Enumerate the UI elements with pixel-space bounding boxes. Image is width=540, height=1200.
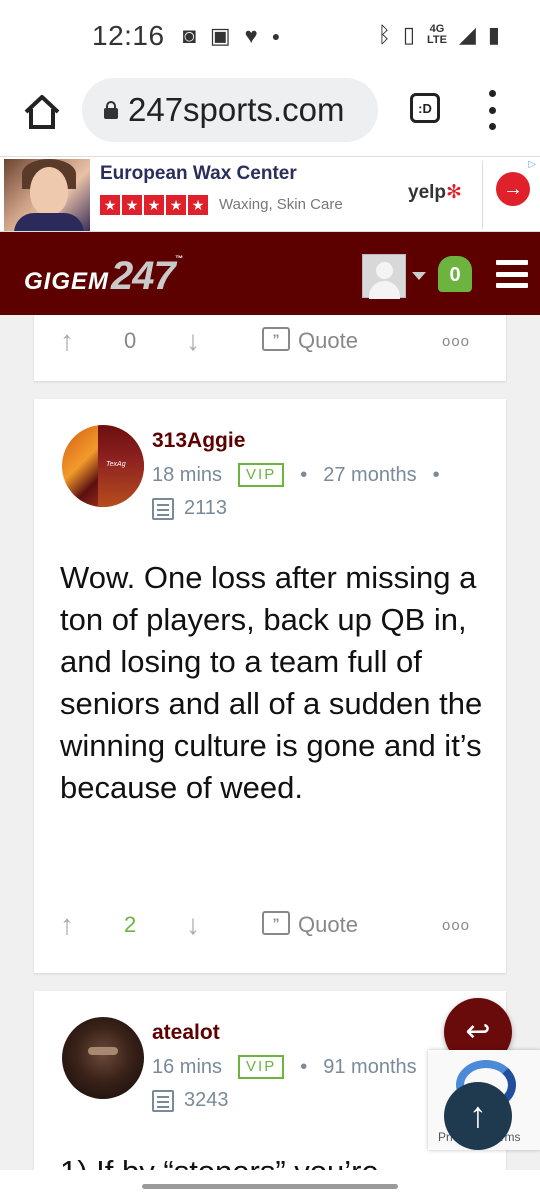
more-options-icon[interactable]: ooo: [442, 333, 470, 350]
yelp-burst-icon: ✻: [446, 182, 462, 203]
post-count-value: 3243: [184, 1089, 229, 1111]
adchoices-icon[interactable]: ▷: [528, 159, 536, 170]
vote-count: 0: [124, 328, 137, 353]
browser-toolbar: 247sports.com :D: [0, 72, 540, 156]
vip-badge: VIP: [238, 463, 285, 487]
post-body: Wow. One loss after missing a ton of pla…: [60, 560, 483, 805]
post-count: 3243: [152, 1089, 229, 1112]
downvote-icon[interactable]: ↓: [186, 325, 200, 357]
logo-trademark: ™: [174, 254, 184, 263]
post-card: TexAg 313Aggie 18 mins VIP • 27 months •…: [34, 399, 506, 973]
network-sub-label: LTE: [427, 34, 447, 46]
notification-bell-icon[interactable]: 0: [438, 256, 472, 296]
yelp-logo: yelp✻: [408, 181, 462, 204]
post-actions: ↑ 2 ↓ ” Quote ooo: [34, 905, 506, 945]
quote-icon[interactable]: ”: [262, 911, 290, 935]
member-since: 27 months: [323, 463, 417, 486]
post-time: 18 mins: [152, 463, 223, 486]
gesture-nav-bar: [0, 1170, 540, 1200]
yelp-wordmark: yelp: [408, 182, 447, 203]
status-bar: 12:16 ◙ ▣ ♥ ● ᛒ ▯ 4G LTE ◢ ▮: [0, 0, 540, 72]
ad-star-rating: ★ ★ ★ ★ ★: [100, 195, 208, 215]
ad-arrow-button[interactable]: →: [496, 172, 530, 206]
ad-title: European Wax Center: [100, 163, 297, 184]
post-time: 16 mins: [152, 1055, 223, 1078]
status-icons-left: ◙ ▣ ♥ ●: [183, 23, 281, 49]
user-avatar[interactable]: [362, 254, 406, 299]
status-time: 12:16: [92, 20, 165, 51]
member-since: 91 months: [323, 1055, 417, 1078]
star-icon: ★: [144, 195, 164, 215]
more-options-icon[interactable]: ooo: [442, 917, 470, 934]
upvote-icon[interactable]: ↑: [60, 909, 74, 941]
url-bar[interactable]: 247sports.com: [82, 78, 378, 142]
image-icon: ▣: [209, 23, 231, 48]
post-username[interactable]: atealot: [152, 1021, 220, 1045]
logo-text: GIGEM: [24, 268, 110, 295]
browser-menu-icon[interactable]: [486, 90, 498, 130]
network-type: 4G LTE: [427, 24, 447, 46]
screen: 12:16 ◙ ▣ ♥ ● ᛒ ▯ 4G LTE ◢ ▮ 247sports.c…: [0, 0, 540, 1200]
site-header: GIGEM247™ 0: [0, 232, 540, 315]
upvote-icon[interactable]: ↑: [60, 325, 74, 357]
ad-banner[interactable]: European Wax Center ★ ★ ★ ★ ★ Waxing, Sk…: [0, 156, 540, 232]
separator-dot: •: [300, 1055, 308, 1078]
ad-image: [4, 159, 90, 231]
post-actions: ↑ 0 ↓ ” Quote ooo: [34, 321, 506, 361]
quote-icon[interactable]: ”: [262, 327, 290, 351]
post-count: 2113: [152, 497, 227, 520]
ad-subtitle: Waxing, Skin Care: [219, 196, 343, 213]
home-icon[interactable]: [22, 92, 62, 132]
vibrate-icon: ▯: [402, 22, 415, 47]
posts-icon: [152, 1089, 174, 1112]
star-icon: ★: [122, 195, 142, 215]
heart-icon: ♥: [244, 23, 258, 48]
downvote-icon[interactable]: ↓: [186, 909, 200, 941]
status-icons-right: ᛒ ▯ 4G LTE ◢ ▮: [378, 22, 500, 48]
avatar[interactable]: TexAg: [62, 425, 144, 507]
camera-icon: ◙: [182, 23, 196, 48]
quote-button[interactable]: Quote: [298, 328, 358, 354]
logo-number: 247: [111, 254, 176, 298]
post-count-value: 2113: [184, 497, 228, 519]
separator-dot: •: [300, 463, 308, 486]
scroll-to-top-button[interactable]: ↑: [444, 1082, 512, 1150]
post-card: ↑ 0 ↓ ” Quote ooo: [34, 315, 506, 381]
separator-dot: •: [432, 463, 440, 486]
avatar-label: TexAg: [106, 461, 126, 468]
star-icon: ★: [100, 195, 120, 215]
post-username[interactable]: 313Aggie: [152, 429, 245, 453]
bluetooth-icon: ᛒ: [377, 22, 391, 47]
ad-divider: [482, 161, 483, 229]
lock-icon: [104, 101, 118, 119]
avatar[interactable]: [62, 1017, 144, 1099]
tab-switcher-button[interactable]: :D: [410, 93, 440, 123]
post-meta: 18 mins VIP • 27 months •: [152, 463, 456, 487]
posts-icon: [152, 497, 174, 520]
vip-badge: VIP: [238, 1055, 285, 1079]
chevron-down-icon[interactable]: [412, 272, 426, 280]
quote-button[interactable]: Quote: [298, 912, 358, 938]
hamburger-menu-icon[interactable]: [496, 256, 528, 292]
signal-icon: ◢: [458, 22, 476, 47]
vote-count: 2: [124, 912, 137, 937]
dot-icon: ●: [271, 28, 281, 44]
post-meta: 16 mins VIP • 91 months: [152, 1055, 433, 1079]
url-text: 247sports.com: [128, 91, 345, 128]
gesture-handle[interactable]: [142, 1184, 398, 1189]
star-icon: ★: [166, 195, 186, 215]
battery-icon: ▮: [487, 22, 500, 47]
site-logo[interactable]: GIGEM247™: [24, 254, 184, 299]
star-icon: ★: [188, 195, 208, 215]
notification-count: 0: [438, 256, 472, 292]
